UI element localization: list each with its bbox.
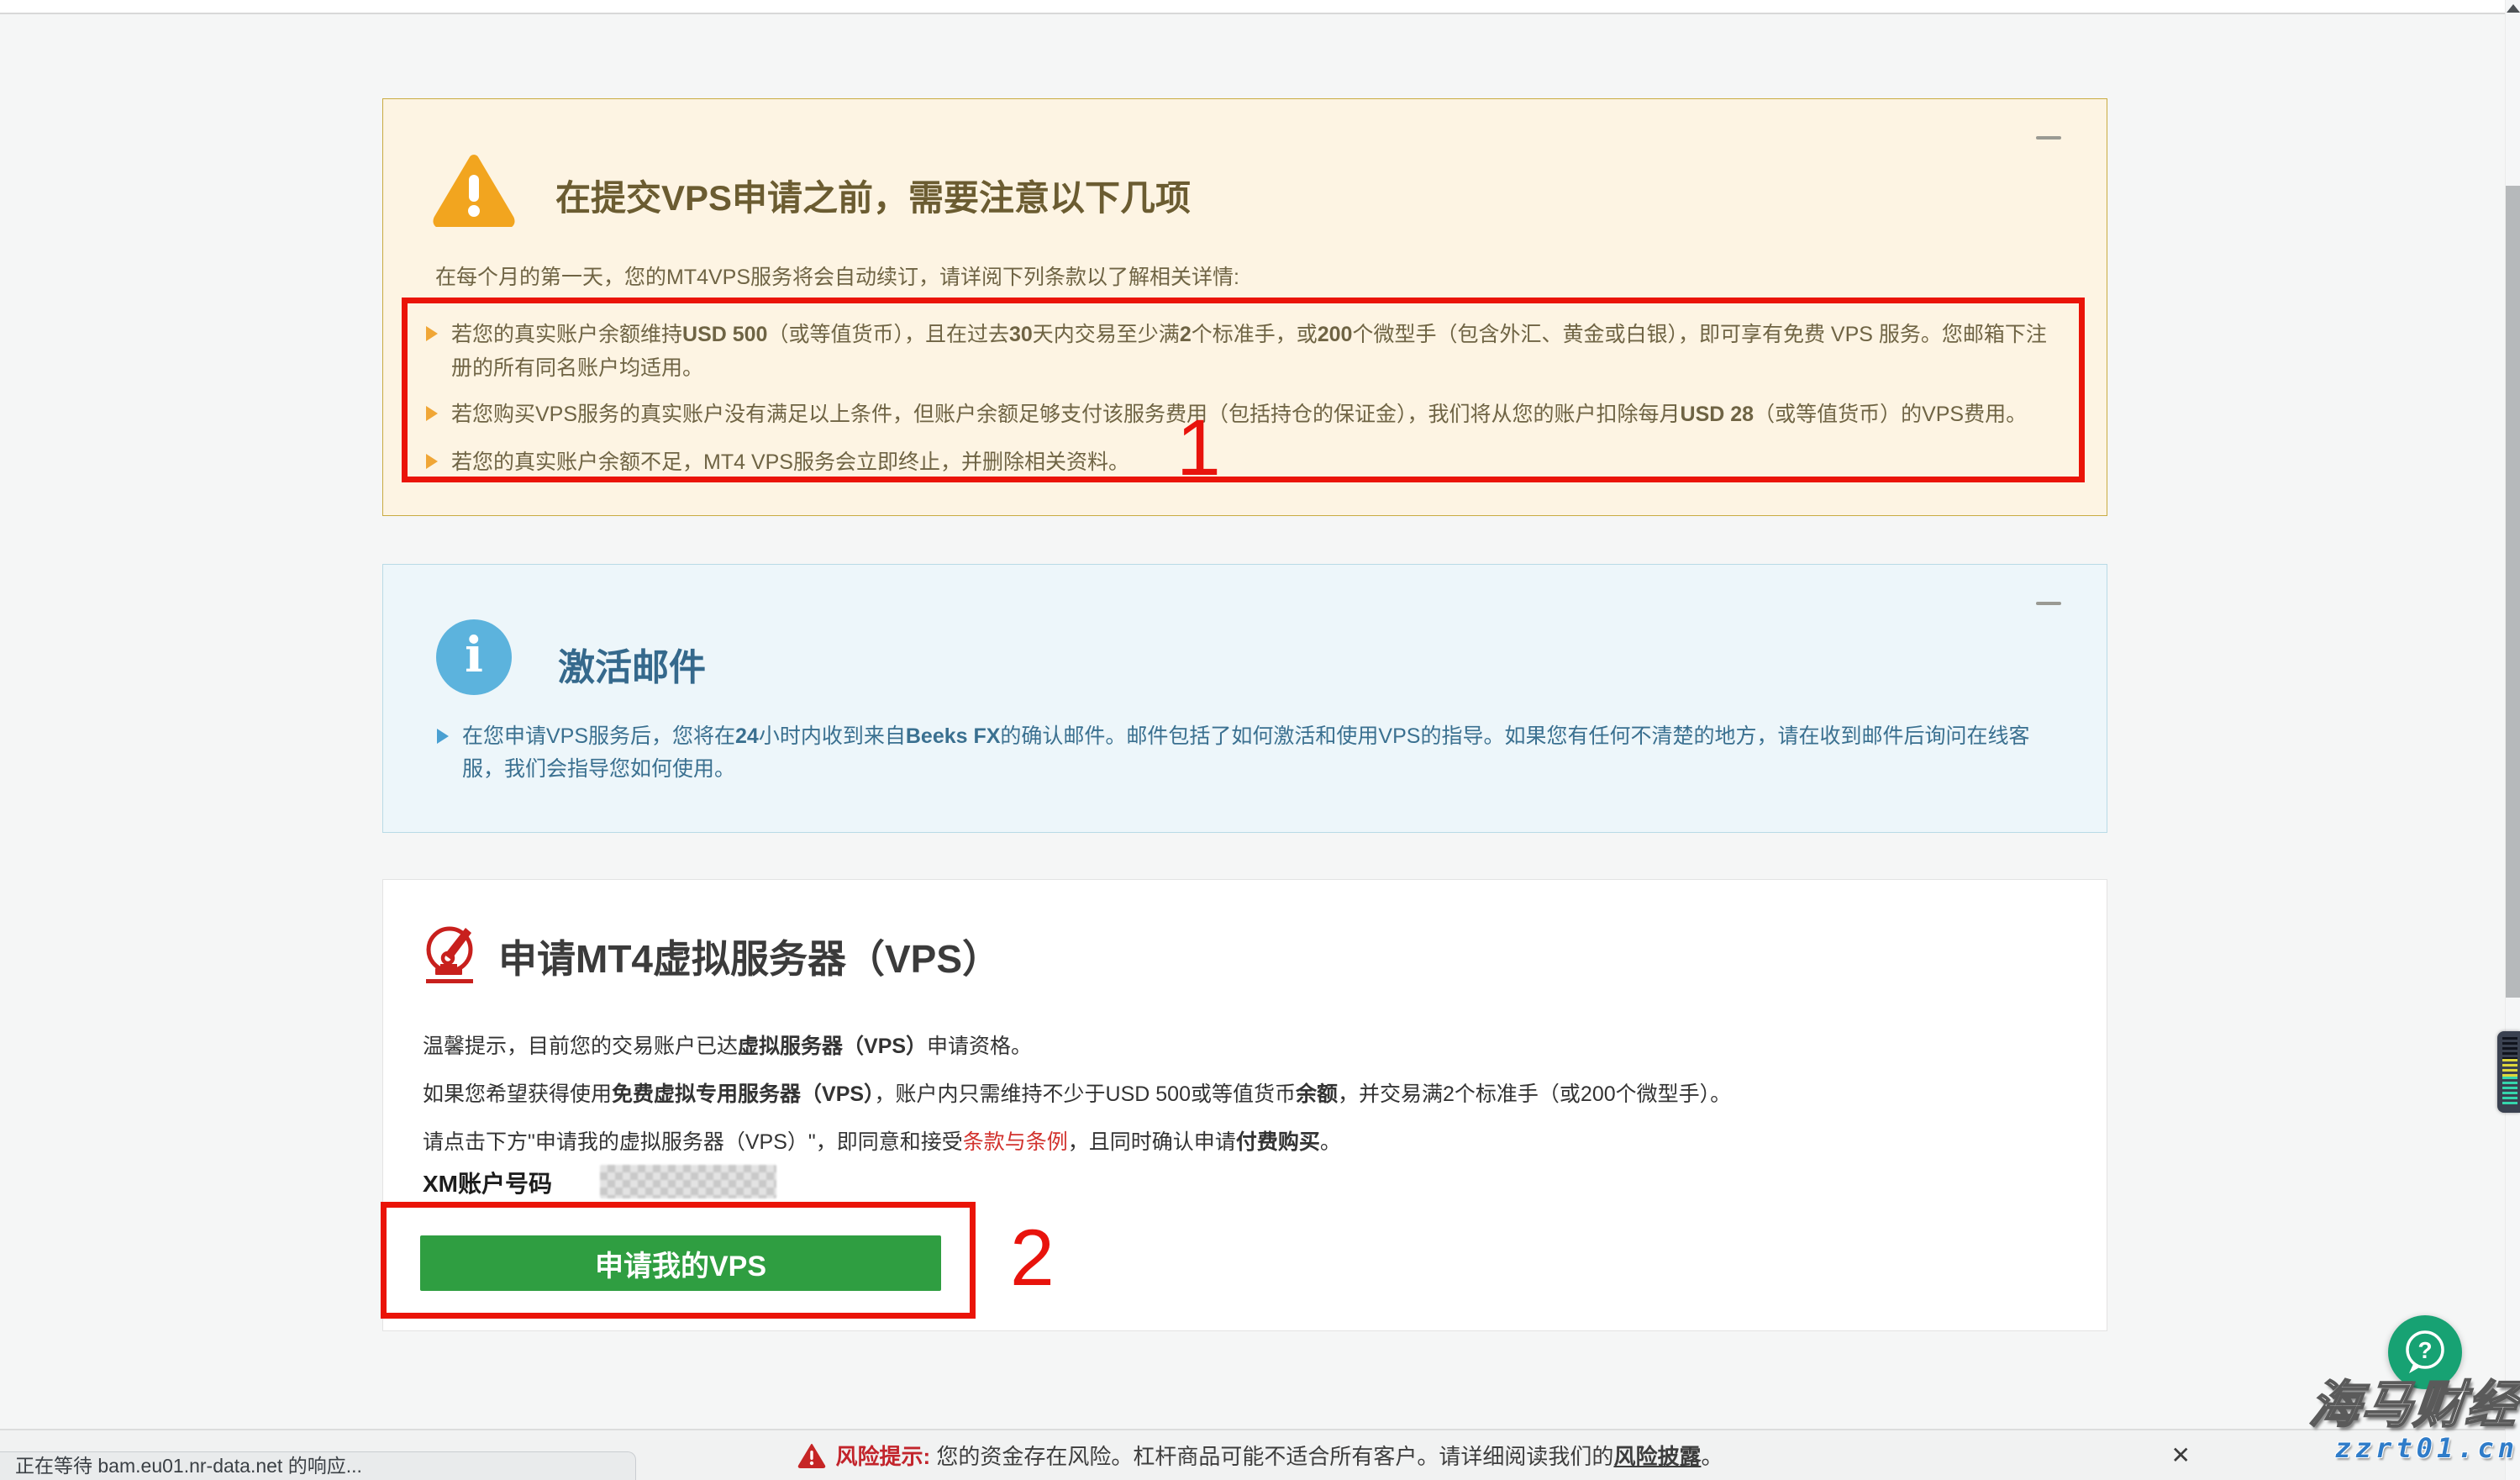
annotation-box-1: 若您的真实账户余额维持USD 500（或等值货币），且在过去30天内交易至少满2… — [402, 298, 2085, 482]
apply-vps-button[interactable]: 申请我的VPS — [420, 1235, 941, 1291]
meter-teal-zone — [2502, 1077, 2517, 1105]
bullet-caret-icon — [426, 326, 438, 341]
watermark: 海马财经 zzrt01.cn — [2310, 1380, 2518, 1462]
collapse-minus-icon[interactable] — [2036, 602, 2061, 605]
watermark-url: zzrt01.cn — [2310, 1435, 2518, 1462]
apply-vps-panel: 申请MT4虚拟服务器（VPS） 温馨提示，目前您的交易账户已达虚拟服务器（VPS… — [382, 879, 2107, 1331]
activation-bullet: 在您申请VPS服务后，您将在24小时内收到来自Beeks FX的确认邮件。邮件包… — [437, 720, 2067, 786]
activation-bullet-text: 在您申请VPS服务后，您将在24小时内收到来自Beeks FX的确认邮件。邮件包… — [462, 720, 2067, 786]
activation-email-panel: i 激活邮件 在您申请VPS服务后，您将在24小时内收到来自Beeks FX的确… — [382, 564, 2107, 833]
apply-paragraph-1: 温馨提示，目前您的交易账户已达虚拟服务器（VPS）申请资格。 — [423, 1030, 1032, 1060]
svg-text:?: ? — [2417, 1337, 2432, 1363]
redacted-account-number — [600, 1165, 776, 1198]
watermark-brand: 海马财经 — [2307, 1380, 2520, 1430]
led-meter-widget — [2497, 1031, 2520, 1113]
apply-paragraph-2: 如果您希望获得使用免费虚拟专用服务器（VPS），账户内只需维持不少于USD 50… — [423, 1077, 1731, 1108]
warning-bullet-1-text: 若您的真实账户余额维持USD 500（或等值货币），且在过去30天内交易至少满2… — [451, 318, 2060, 385]
terms-link[interactable]: 条款与条例 — [963, 1130, 1068, 1154]
warning-bullet-3: 若您的真实账户余额不足，MT4 VPS服务会立即终止，并删除相关资料。 — [426, 445, 2060, 479]
stamp-icon — [423, 924, 476, 984]
close-icon[interactable]: ✕ — [2171, 1441, 2191, 1469]
xm-account-label: XM账户号码 — [423, 1166, 552, 1199]
scroll-up-icon[interactable] — [2507, 4, 2520, 13]
activation-panel-title: 激活邮件 — [558, 637, 706, 691]
info-icon: i — [436, 619, 512, 695]
warning-bullet-1: 若您的真实账户余额维持USD 500（或等值货币），且在过去30天内交易至少满2… — [426, 318, 2060, 385]
warning-bullet-3-text: 若您的真实账户余额不足，MT4 VPS服务会立即终止，并删除相关资料。 — [451, 445, 1129, 479]
annotation-box-2: 申请我的VPS — [381, 1202, 976, 1319]
apply-panel-title: 申请MT4虚拟服务器（VPS） — [498, 929, 1001, 984]
scrollbar-thumb[interactable] — [2506, 186, 2520, 998]
risk-warning-text: 风险提示: 您的资金存在风险。杠杆商品可能不适合所有客户。请详细阅读我们的风险披… — [836, 1440, 1723, 1471]
warning-panel: 在提交VPS申请之前，需要注意以下几项 在每个月的第一天，您的MT4VPS服务将… — [382, 98, 2107, 516]
warning-bullet-2: 若您购买VPS服务的真实账户没有满足以上条件，但账户余额足够支付该服务费用（包括… — [426, 398, 2060, 431]
meter-dark-zone — [2502, 1037, 2517, 1059]
collapse-minus-icon[interactable] — [2036, 136, 2061, 140]
risk-disclosure-link[interactable]: 风险披露 — [1613, 1444, 1701, 1469]
warning-panel-title: 在提交VPS申请之前，需要注意以下几项 — [555, 170, 1191, 221]
top-white-strip — [0, 0, 2520, 14]
vps-application-page: 在提交VPS申请之前，需要注意以下几项 在每个月的第一天，您的MT4VPS服务将… — [0, 0, 2520, 1480]
meter-yellow-zone — [2502, 1059, 2517, 1077]
warning-intro-text: 在每个月的第一天，您的MT4VPS服务将会自动续订，请详阅下列条款以了解相关详情… — [435, 261, 1239, 291]
bullet-caret-icon — [437, 729, 449, 744]
bullet-caret-icon — [426, 454, 438, 469]
browser-status-text: 正在等待 bam.eu01.nr-data.net 的响应... — [0, 1451, 636, 1480]
warning-triangle-icon — [432, 153, 516, 227]
annotation-digit-1: 1 — [1176, 408, 1221, 488]
annotation-digit-2: 2 — [1010, 1219, 1055, 1298]
warning-bullet-2-text: 若您购买VPS服务的真实账户没有满足以上条件，但账户余额足够支付该服务费用（包括… — [451, 398, 2027, 431]
apply-paragraph-3: 请点击下方"申请我的虚拟服务器（VPS）"，即同意和接受条款与条例，且同时确认申… — [423, 1125, 1341, 1156]
risk-warning-icon — [797, 1443, 826, 1468]
vertical-scrollbar[interactable] — [2505, 0, 2520, 1480]
bullet-caret-icon — [426, 406, 438, 421]
